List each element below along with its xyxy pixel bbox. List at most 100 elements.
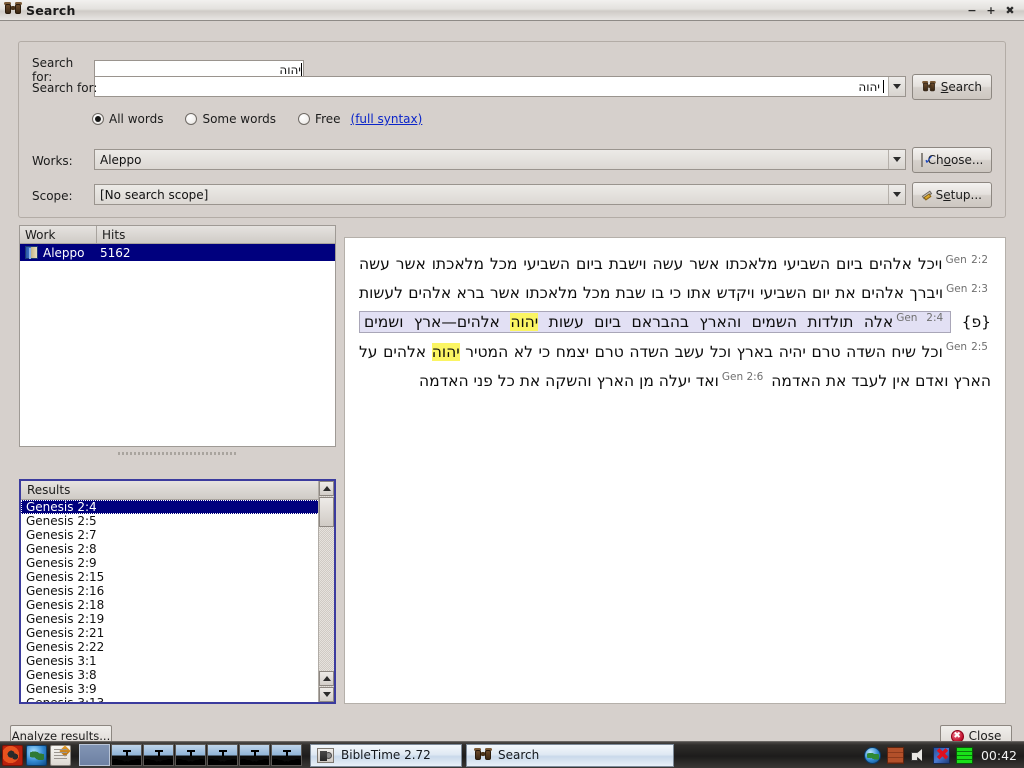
verse-flow: Gen 2:2ויכל אלהים ביום השביעי מלאכתו אשר…	[359, 248, 991, 394]
verse-reference[interactable]: Gen 2:2	[946, 254, 988, 266]
list-item[interactable]: Genesis 2:9	[21, 556, 334, 570]
choose-button-label: Choose...	[927, 153, 984, 167]
works-table-header: Work Hits	[20, 226, 335, 244]
search-for-label-2: Search for:	[32, 81, 98, 95]
list-item[interactable]: Genesis 2:5	[21, 514, 334, 528]
results-list-panel[interactable]: Results Genesis 2:4 Genesis 2:5 Genesis …	[19, 479, 336, 704]
list-item[interactable]: Genesis 2:19	[21, 612, 334, 626]
verse-segment-selected[interactable]: Gen 2:4אלה תולדות השמים והארץ בהבראם ביו…	[359, 311, 952, 334]
workspace-pager	[79, 744, 302, 766]
close-window-button[interactable]: ✖	[1002, 3, 1018, 18]
choose-button[interactable]: ✓ Choose...	[912, 147, 992, 173]
workspace-2[interactable]	[111, 744, 142, 766]
bibletime-icon	[317, 747, 334, 763]
workspace-4[interactable]	[175, 744, 206, 766]
list-item[interactable]: Genesis 2:16	[21, 584, 334, 598]
list-item[interactable]: Genesis 2:18	[21, 598, 334, 612]
results-scrollbar[interactable]	[318, 481, 334, 702]
verse-reference[interactable]: Gen 2:6	[722, 371, 764, 383]
network-globe-icon[interactable]	[863, 746, 881, 764]
workspace-1[interactable]	[79, 744, 110, 766]
window-titlebar: Search − + ✖	[0, 0, 1024, 21]
workspace-3[interactable]	[143, 744, 174, 766]
taskbar-window-bibletime[interactable]: BibleTime 2.72	[310, 743, 462, 767]
panel-splitter[interactable]	[19, 449, 336, 457]
checkmark-icon: ✓	[920, 153, 935, 167]
scroll-up-button-bottom[interactable]	[319, 671, 334, 686]
search-history-dropdown[interactable]	[888, 77, 905, 96]
chevron-down-icon	[893, 157, 901, 162]
text-editor-icon[interactable]	[50, 744, 71, 766]
scrollbar-thumb[interactable]	[319, 497, 334, 527]
list-item[interactable]: Genesis 2:15	[21, 570, 334, 584]
network-disconnected-icon[interactable]: ✖	[932, 746, 950, 764]
full-syntax-link[interactable]: (full syntax)	[351, 112, 423, 126]
search-mode-group: All words Some words Free (full syntax)	[92, 112, 422, 126]
workspace-6[interactable]	[239, 744, 270, 766]
search-query-text: יהוה	[858, 79, 880, 94]
verse-segment[interactable]: Gen 2:2ויכל אלהים ביום השביעי מלאכתו אשר…	[359, 254, 991, 273]
scope-dropdown-arrow[interactable]	[888, 185, 905, 204]
window-title: Search	[26, 2, 76, 18]
works-dropdown-arrow[interactable]	[888, 150, 905, 169]
verse-text-before: וכל שיח השדה טרם יהיה בארץ וכל עשב השדה …	[459, 342, 943, 361]
verse-reference[interactable]: Gen 2:4	[896, 312, 943, 324]
results-header[interactable]: Results	[21, 481, 334, 500]
taskbar-window-bibletime-label: BibleTime 2.72	[341, 748, 431, 762]
list-item[interactable]: Genesis 2:7	[21, 528, 334, 542]
taskbar-window-search-label: Search	[498, 748, 540, 762]
workspace-5[interactable]	[207, 744, 238, 766]
works-hits-table[interactable]: Work Hits Aleppo 5162	[19, 225, 336, 447]
radio-some-words-indicator	[185, 113, 198, 125]
verse-text: ואד יעלה מן הארץ והשקה את כל פני האדמה	[418, 371, 719, 390]
maximize-button[interactable]: +	[983, 3, 999, 18]
binoculars-icon	[474, 748, 492, 761]
taskbar-window-search[interactable]: Search	[466, 743, 674, 767]
system-tray: ✖ 00:42	[863, 746, 1024, 764]
chevron-down-icon	[322, 692, 331, 697]
works-combo[interactable]: Aleppo	[94, 149, 906, 170]
battery-icon[interactable]	[955, 746, 973, 764]
volume-icon[interactable]	[910, 747, 927, 764]
list-item[interactable]: Genesis 2:4	[21, 500, 334, 514]
column-header-work[interactable]: Work	[20, 226, 97, 243]
binoculars-icon	[4, 2, 22, 17]
radio-some-words[interactable]: Some words	[185, 112, 276, 126]
table-row[interactable]: Aleppo 5162	[20, 244, 335, 261]
row-work-name: Aleppo	[43, 245, 85, 260]
verse-reference[interactable]: Gen 2:5	[946, 341, 988, 353]
radio-free-label: Free	[315, 112, 341, 126]
search-button[interactable]: SAll wordsearch	[912, 74, 992, 100]
column-header-hits[interactable]: Hits	[97, 226, 335, 243]
verse-text-panel[interactable]: Gen 2:2ויכל אלהים ביום השביעי מלאכתו אשר…	[344, 237, 1006, 704]
verse-reference[interactable]: Gen 2:3	[946, 283, 988, 295]
setup-button[interactable]: Setup...	[912, 182, 992, 208]
list-item[interactable]: Genesis 3:1	[21, 654, 334, 668]
taskbar-launchers	[0, 744, 71, 766]
firewall-icon[interactable]	[886, 746, 904, 764]
row-hits-count: 5162	[100, 245, 131, 260]
radio-all-words[interactable]: All words	[92, 112, 163, 126]
workspace-7[interactable]	[271, 744, 302, 766]
verse-segment[interactable]: Gen 2:6ואד יעלה מן הארץ והשקה את כל פני …	[418, 371, 766, 390]
list-item[interactable]: Genesis 3:8	[21, 668, 334, 682]
wrench-icon	[921, 189, 933, 202]
scope-combo[interactable]: [No search scope]	[94, 184, 906, 205]
application-menu-icon[interactable]	[2, 744, 23, 766]
web-browser-icon[interactable]	[26, 744, 47, 766]
radio-free[interactable]: Free	[298, 112, 341, 126]
list-item[interactable]: Genesis 3:13	[21, 696, 334, 702]
list-item[interactable]: Genesis 3:9	[21, 682, 334, 696]
search-input-combo[interactable]: יהוה	[94, 76, 906, 97]
results-items: Genesis 2:4 Genesis 2:5 Genesis 2:7 Gene…	[21, 500, 334, 702]
scroll-down-button[interactable]	[319, 687, 334, 702]
taskbar-clock[interactable]: 00:42	[979, 748, 1017, 763]
search-window: Search − + ✖ Search for: יהוה יהוה Searc…	[0, 0, 1024, 768]
list-item[interactable]: Genesis 2:21	[21, 626, 334, 640]
taskbar: BibleTime 2.72 Search ✖ 00:42	[0, 741, 1024, 768]
list-item[interactable]: Genesis 2:22	[21, 640, 334, 654]
scroll-up-button[interactable]	[319, 481, 334, 496]
search-term-highlight: יהוה	[510, 313, 539, 332]
minimize-button[interactable]: −	[964, 3, 980, 18]
list-item[interactable]: Genesis 2:8	[21, 542, 334, 556]
